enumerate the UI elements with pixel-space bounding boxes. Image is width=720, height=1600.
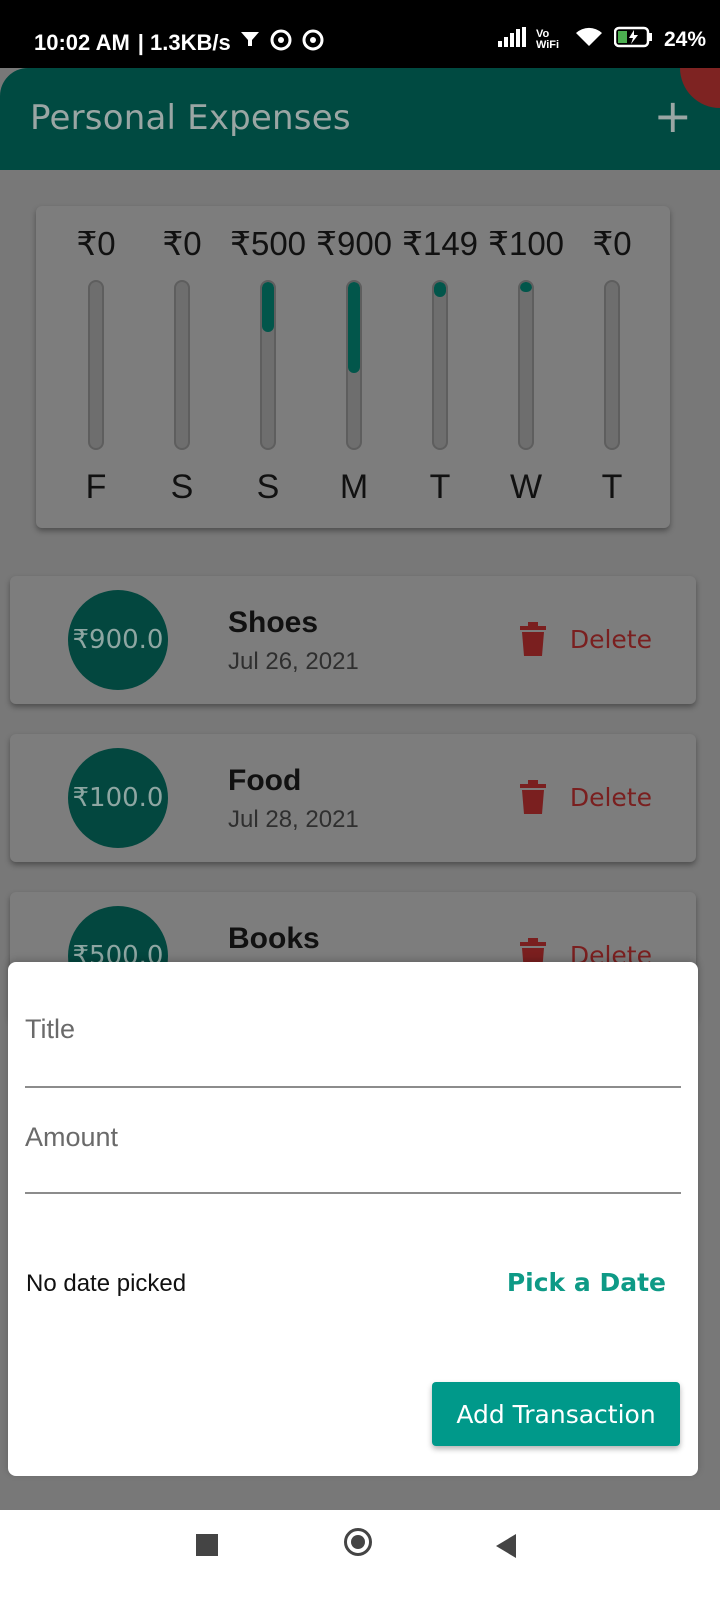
vowifi-label: Vo WiFi: [535, 28, 560, 51]
delete-label: Delete: [569, 782, 652, 812]
page-title: Personal Expenses: [30, 98, 351, 138]
pick-date-button[interactable]: Pick a Date: [507, 1268, 666, 1297]
chart-bar-amount: ₹900: [315, 225, 393, 262]
chart-bar-amount: ₹0: [162, 225, 202, 262]
chart-bar-amount: ₹100: [487, 225, 565, 262]
chart-bar-4: ₹149 T: [397, 206, 483, 528]
chart-bar-fill: [262, 282, 274, 332]
chart-bar-3: ₹900 M: [311, 206, 397, 528]
title-input[interactable]: [25, 1014, 681, 1045]
transaction-date: Jul 26, 2021: [228, 648, 359, 675]
new-transaction-sheet: No date picked Pick a Date Add Transacti…: [8, 962, 698, 1476]
chart-bar-day: M: [339, 468, 369, 506]
amount-input[interactable]: [25, 1122, 681, 1153]
transaction-amount: ₹100.0: [68, 748, 168, 848]
delete-button[interactable]: Delete: [519, 622, 652, 656]
chart-bar-day: S: [170, 468, 194, 506]
battery-icon: [613, 26, 654, 54]
chart-bar-fill: [434, 282, 446, 297]
chart-bar-track: [174, 280, 190, 450]
chart-bar-day: W: [509, 468, 543, 506]
chart-bar-2: ₹500 S: [225, 206, 311, 528]
add-transaction-button[interactable]: Add Transaction: [432, 1382, 680, 1446]
transaction-title: Food: [228, 764, 302, 797]
chart-bar-amount: ₹0: [592, 225, 632, 262]
transaction-card: ₹100.0 Food Jul 28, 2021 Delete: [10, 734, 696, 862]
transaction-date: Jul 28, 2021: [228, 806, 359, 833]
back-icon[interactable]: [496, 1534, 516, 1558]
chart-bar-6: ₹0 T: [569, 206, 655, 528]
chart-bar-1: ₹0 S: [139, 206, 225, 528]
chart-bar-day: T: [429, 468, 451, 506]
chart-bar-amount: ₹149: [401, 225, 479, 262]
status-bar: 10:02 AM | 1.3KB/s Vo WiFi 24%: [0, 0, 720, 68]
delete-button[interactable]: Delete: [519, 780, 652, 814]
chart-bar-0: ₹0 F: [53, 206, 139, 528]
chart-bar-track: [260, 280, 276, 450]
system-nav-bar: [0, 1510, 720, 1600]
add-icon[interactable]: +: [653, 90, 692, 142]
app-bar: Personal Expenses +: [0, 68, 720, 170]
chart-bar-fill: [520, 282, 532, 292]
transaction-title: Shoes: [228, 606, 319, 639]
title-field[interactable]: [25, 1014, 681, 1088]
signal-icon: [497, 27, 526, 53]
amount-field[interactable]: [25, 1122, 681, 1194]
chart-bar-track: [88, 280, 104, 450]
chart-bar-track: [604, 280, 620, 450]
chart-bar-amount: ₹0: [76, 225, 116, 262]
chart-bar-day: F: [85, 468, 107, 506]
chart-bar-day: T: [601, 468, 623, 506]
chart-bar-amount: ₹500: [229, 225, 307, 262]
app-notification-icon: [269, 28, 293, 58]
trash-icon: [519, 780, 546, 814]
status-time: 10:02 AM: [34, 30, 130, 55]
chart-bar-day: S: [256, 468, 280, 506]
home-icon[interactable]: [344, 1528, 372, 1556]
status-left: 10:02 AM | 1.3KB/s: [34, 28, 325, 58]
transaction-title: Books: [228, 922, 320, 955]
wifi-icon: [574, 26, 604, 54]
transaction-card: ₹900.0 Shoes Jul 26, 2021 Delete: [10, 576, 696, 704]
status-right: Vo WiFi 24%: [497, 26, 706, 54]
chart-bar-track: [346, 280, 362, 450]
chart-bar-track: [432, 280, 448, 450]
trash-icon: [519, 622, 546, 656]
notification-icon: [239, 29, 261, 57]
chart-bar-5: ₹100 W: [483, 206, 569, 528]
no-date-label: No date picked: [26, 1270, 187, 1297]
battery-percent: 24%: [663, 28, 706, 51]
delete-label: Delete: [569, 624, 652, 654]
recents-icon[interactable]: [196, 1534, 218, 1556]
transaction-amount: ₹900.0: [68, 590, 168, 690]
chart-bar-fill: [348, 282, 360, 373]
weekly-chart: ₹0 F ₹0 S ₹500 S ₹900 M ₹149 T ₹100 W ₹0 T: [36, 206, 670, 528]
status-speed: | 1.3KB/s: [137, 30, 231, 55]
chart-bar-track: [518, 280, 534, 450]
app-notification-icon-2: [301, 28, 325, 58]
